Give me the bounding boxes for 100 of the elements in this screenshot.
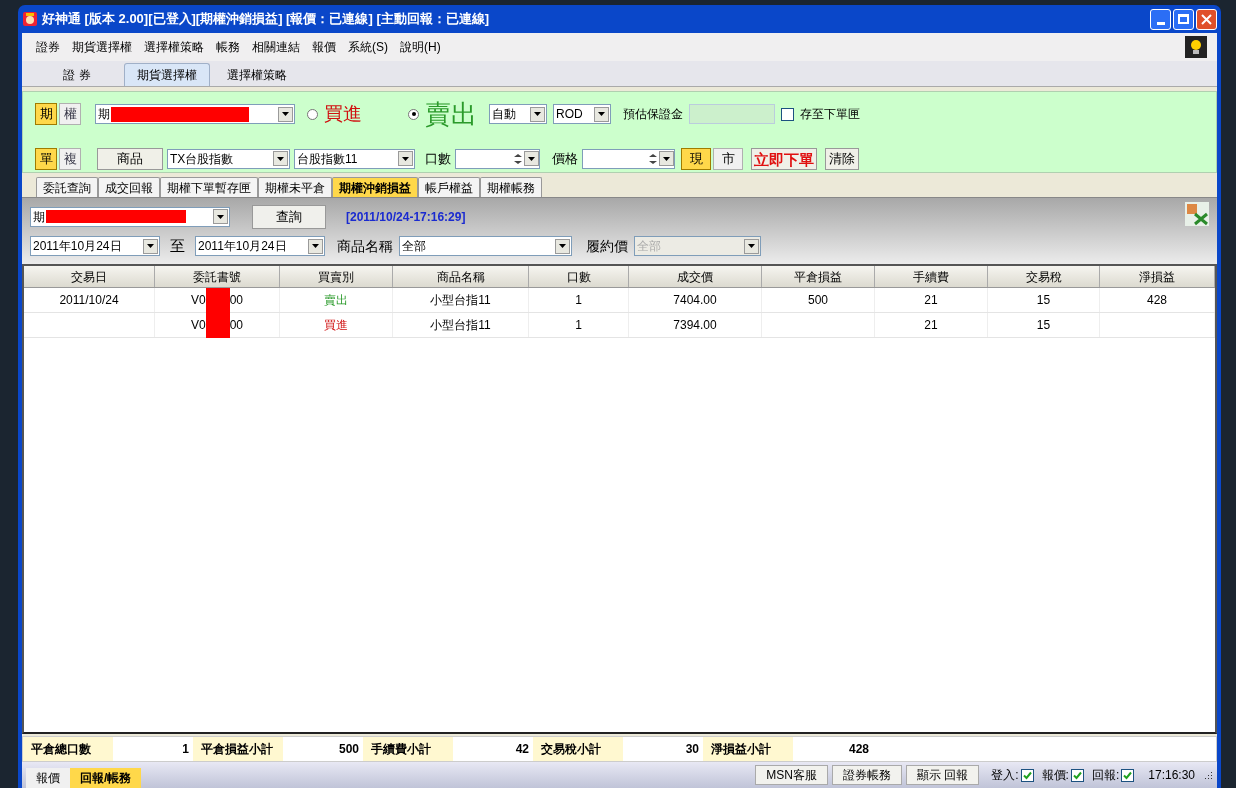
maximize-button[interactable] (1173, 8, 1194, 30)
tab[interactable]: 期權下單暫存匣 (160, 177, 258, 197)
tab[interactable]: 成交回報 (98, 177, 160, 197)
checkbox-label: 存至下單匣 (800, 106, 860, 123)
column-header[interactable]: 委託書號 (155, 266, 280, 287)
summary-label: 淨損益小計 (703, 737, 793, 761)
column-header[interactable]: 商品名稱 (393, 266, 529, 287)
status-label: 報價: (1041, 767, 1069, 784)
status-button[interactable]: 顯示 回報 (905, 765, 980, 785)
column-header[interactable]: 交易日 (24, 266, 155, 287)
tab[interactable]: 選擇權策略 (214, 63, 300, 86)
redaction-block (205, 287, 230, 313)
contract-dropdown[interactable]: 台股指數11 (294, 148, 415, 169)
duration-dropdown[interactable]: ROD (553, 104, 611, 124)
checkbox[interactable] (781, 107, 794, 121)
menu-item[interactable]: 說明(H) (396, 38, 445, 56)
column-header[interactable]: 手續費 (875, 266, 988, 287)
toggle-button[interactable]: 單 (35, 147, 57, 170)
summary-label: 平倉損益小計 (193, 737, 283, 761)
table-cell: 7404.00 (629, 288, 762, 312)
radio-button[interactable] (307, 108, 318, 120)
product-dropdown[interactable]: TX台股指數 (167, 148, 290, 169)
tab[interactable]: 期貨選擇權 (124, 63, 210, 86)
column-header[interactable]: 買賣別 (280, 266, 393, 287)
table-cell: V0 00 (155, 313, 280, 337)
menu-item[interactable]: 選擇權策略 (140, 38, 208, 56)
number-field[interactable] (455, 148, 540, 169)
app-logo-icon (22, 11, 38, 27)
date-from-dropdown[interactable]: 2011年10月24日 (30, 236, 160, 256)
table-cell: 428 (1100, 288, 1215, 312)
summary-label: 手續費小計 (363, 737, 453, 761)
close-icon (1201, 13, 1212, 25)
column-header[interactable]: 成交價 (629, 266, 762, 287)
column-header[interactable]: 交易稅 (988, 266, 1100, 287)
submit-order-button[interactable]: 立即下單 (751, 147, 817, 170)
tab[interactable]: 期權未平倉 (258, 177, 332, 197)
summary-value: 428 (847, 741, 870, 758)
table-cell: 7394.00 (629, 313, 762, 337)
lightbulb-icon[interactable] (1185, 36, 1207, 58)
tab[interactable]: 期權沖銷損益 (332, 177, 418, 197)
column-header[interactable]: 口數 (529, 266, 629, 287)
number-field[interactable] (582, 148, 675, 169)
menu-item[interactable]: 期貨選擇權 (68, 38, 136, 56)
margin-label: 預估保證金 (623, 106, 683, 123)
redaction-block (205, 312, 230, 338)
menu-item[interactable]: 系統(S) (344, 38, 392, 56)
status-time: 17:16:30 (1148, 767, 1195, 784)
clear-button[interactable]: 清除 (825, 147, 859, 170)
radio-button[interactable] (408, 108, 419, 120)
table-cell: 15 (988, 313, 1100, 337)
account-dropdown[interactable]: 期 (30, 206, 230, 227)
tab[interactable]: 證 券 (34, 63, 120, 86)
menu-item[interactable]: 帳務 (212, 38, 244, 56)
condition-dropdown[interactable]: 自動 (489, 104, 547, 124)
table-cell: 500 (762, 288, 875, 312)
price-type-button[interactable]: 市 (713, 147, 743, 170)
checkbox[interactable] (1121, 768, 1135, 782)
product-button[interactable]: 商品 (97, 147, 163, 170)
column-header[interactable]: 淨損益 (1100, 266, 1215, 287)
toggle-button[interactable]: 複 (59, 147, 81, 170)
table-cell: 小型台指11 (393, 288, 529, 312)
strike-price-label: 履約價 (586, 236, 628, 256)
product-name-dropdown[interactable]: 全部 (399, 236, 572, 256)
tab[interactable]: 期權帳務 (480, 177, 542, 197)
minimize-button[interactable] (1150, 8, 1171, 30)
tab[interactable]: 委託查詢 (36, 177, 98, 197)
window-title: 好神通 [版本 2.00][已登入][期權沖銷損益] [報價：已連線] [主動回報：已連線] (42, 10, 491, 29)
table-cell: 21 (875, 313, 988, 337)
table-cell: 小型台指11 (393, 313, 529, 337)
checkbox[interactable] (1070, 768, 1084, 782)
status-label: 回報: (1091, 767, 1120, 784)
account-dropdown[interactable]: 期 (95, 104, 295, 124)
table-cell: 買進 (280, 313, 393, 337)
status-button[interactable]: MSN客服 (755, 765, 828, 785)
table-cell: 1 (529, 288, 629, 312)
price-type-button[interactable]: 現 (681, 147, 711, 170)
table-cell: 賣出 (280, 288, 393, 312)
tab[interactable]: 帳戶權益 (418, 177, 480, 197)
menu-item[interactable]: 證券 (32, 38, 64, 56)
table-cell: 2011/10/24 (24, 288, 155, 312)
to-label: 至 (170, 235, 185, 256)
side-label: 賣出 (425, 97, 477, 131)
summary-value: 30 (684, 741, 700, 758)
toggle-button[interactable]: 權 (59, 103, 81, 125)
column-header[interactable]: 平倉損益 (762, 266, 875, 287)
query-timestamp: [2011/10/24-17:16:29] (346, 208, 466, 226)
side-label: 買進 (324, 101, 362, 126)
status-button[interactable]: 證券帳務 (831, 765, 902, 785)
tab[interactable]: 回報/帳務 (70, 768, 142, 788)
export-excel-icon[interactable] (1185, 202, 1209, 226)
menu-item[interactable]: 相關連結 (248, 38, 304, 56)
toggle-button[interactable]: 期 (35, 103, 57, 125)
resize-grip-icon[interactable] (1203, 770, 1213, 780)
date-to-dropdown[interactable]: 2011年10月24日 (195, 236, 325, 256)
menu-item[interactable]: 報價 (308, 38, 340, 56)
tab[interactable]: 報價 (26, 768, 70, 788)
close-button[interactable] (1196, 8, 1217, 30)
checkbox[interactable] (1020, 768, 1034, 782)
query-button[interactable]: 查詢 (252, 204, 326, 229)
table-cell: 21 (875, 288, 988, 312)
